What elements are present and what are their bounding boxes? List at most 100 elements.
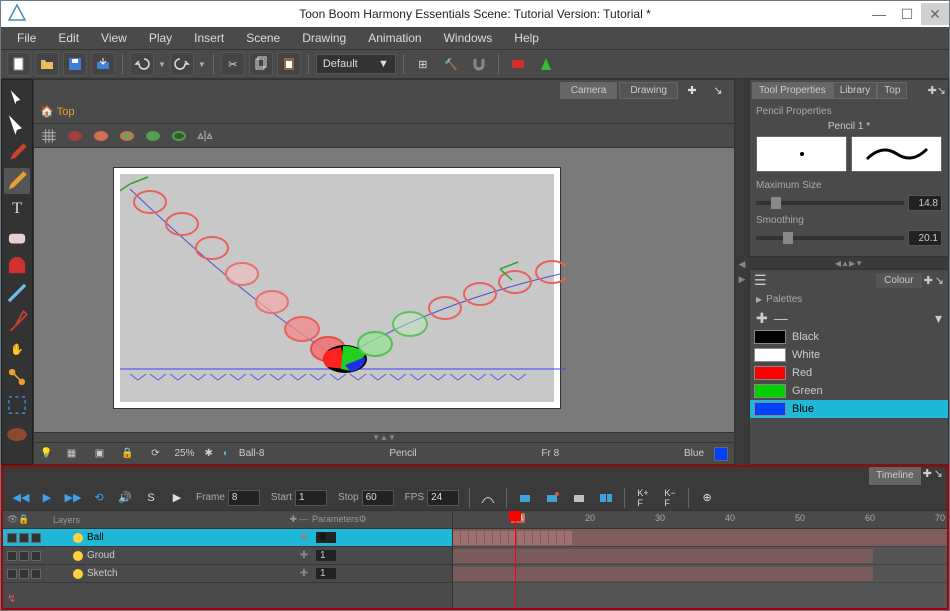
add-tl-tab-icon[interactable]: ✚ <box>923 467 932 485</box>
colour-item[interactable]: Blue <box>750 400 948 418</box>
light-icon[interactable]: 💡 <box>40 448 52 459</box>
ease-icon[interactable] <box>476 486 500 510</box>
lock-icon[interactable]: 🔒 <box>118 445 136 463</box>
colour-menu-icon[interactable]: ☰ <box>754 272 767 289</box>
playhead[interactable] <box>515 511 516 608</box>
zoom-value[interactable]: 25% <box>174 448 194 459</box>
status-b-icon[interactable]: ▣ <box>90 445 108 463</box>
add-colour-icon[interactable]: ✚ <box>756 310 768 327</box>
layer-row[interactable]: Ball ✚ 8 <box>3 529 452 547</box>
add-view-icon[interactable]: ✚ <box>680 78 704 102</box>
link-icon[interactable]: ↯ <box>3 592 452 608</box>
colour-item[interactable]: White <box>750 346 948 364</box>
menu-drawing[interactable]: Drawing <box>292 28 356 48</box>
kf-b-icon[interactable] <box>540 486 564 510</box>
add-colour-tab-icon[interactable]: ✚ <box>924 274 933 287</box>
menu-play[interactable]: Play <box>139 28 182 48</box>
save-icon[interactable] <box>63 52 87 76</box>
onion-prev-icon[interactable] <box>66 127 84 145</box>
redo-icon[interactable] <box>170 52 194 76</box>
close-view-icon[interactable]: ↘ <box>706 78 730 102</box>
del-layer-icon[interactable]: — <box>299 514 308 525</box>
select-tool-icon[interactable] <box>4 112 30 138</box>
onion-b-icon[interactable] <box>118 127 136 145</box>
layer-row[interactable]: Groud ✚ 1 <box>3 547 452 565</box>
workspace-dropdown[interactable]: Default▼ <box>316 54 396 74</box>
status-a-icon[interactable]: ▦ <box>62 445 80 463</box>
tool-a-icon[interactable]: ⊞ <box>411 52 435 76</box>
paint-tool-icon[interactable] <box>4 252 30 278</box>
hammer-icon[interactable]: 🔨 <box>439 52 463 76</box>
text-tool-icon[interactable]: T <box>4 196 30 222</box>
kf-d-icon[interactable] <box>594 486 618 510</box>
bounding-tool-icon[interactable] <box>4 392 30 418</box>
maximize-button[interactable]: ☐ <box>893 3 921 25</box>
goto-start-icon[interactable]: ◀◀ <box>9 486 33 510</box>
add-panel-icon[interactable]: ✚ <box>928 84 937 97</box>
max-size-slider[interactable] <box>756 201 904 205</box>
tab-library[interactable]: Library <box>833 82 878 99</box>
render-preview-icon[interactable] <box>506 52 530 76</box>
frame-input[interactable] <box>228 490 260 506</box>
canvas[interactable] <box>34 148 734 432</box>
copy-icon[interactable] <box>249 52 273 76</box>
tl-zoom-icon[interactable]: ⊕ <box>695 486 719 510</box>
kf-c-icon[interactable] <box>567 486 591 510</box>
kf-del-icon[interactable]: K−F <box>658 486 682 510</box>
dock-panel-icon[interactable]: ↘ <box>937 84 946 97</box>
menu-animation[interactable]: Animation <box>358 28 431 48</box>
undo-icon[interactable] <box>130 52 154 76</box>
line-tool-icon[interactable] <box>4 280 30 306</box>
menu-scene[interactable]: Scene <box>236 28 290 48</box>
cut-icon[interactable]: ✂ <box>221 52 245 76</box>
onion-c-icon[interactable] <box>144 127 162 145</box>
onion-a-icon[interactable] <box>92 127 110 145</box>
panel-splitter[interactable]: ◀▲▶▼ <box>749 257 949 269</box>
max-size-value[interactable]: 14.8 <box>908 195 942 211</box>
pencil-stroke-preview[interactable] <box>851 136 942 172</box>
pencil-tool-icon[interactable] <box>4 168 30 194</box>
home-icon[interactable]: 🏠 <box>40 105 54 118</box>
refresh-icon[interactable]: ⟳ <box>146 445 164 463</box>
colour-tool-icon[interactable] <box>4 420 30 446</box>
colour-item[interactable]: Green <box>750 382 948 400</box>
colour-item[interactable]: Black <box>750 328 948 346</box>
onion-next-icon[interactable] <box>170 127 188 145</box>
paste-icon[interactable] <box>277 52 301 76</box>
kf-add-icon[interactable]: K+F <box>631 486 655 510</box>
smoothing-value[interactable]: 20.1 <box>908 230 942 246</box>
palettes-section[interactable]: Palettes <box>750 290 948 308</box>
render-play-icon[interactable]: ▶ <box>165 486 189 510</box>
current-colour-swatch[interactable] <box>714 447 728 461</box>
smoothing-slider[interactable] <box>756 236 904 240</box>
render-icon[interactable] <box>534 52 558 76</box>
eraser-tool-icon[interactable] <box>4 224 30 250</box>
track-row[interactable] <box>453 565 947 583</box>
pencil-tip-preview[interactable] <box>756 136 847 172</box>
param-opts-icon[interactable]: ⚙ <box>359 514 367 524</box>
rigging-tool-icon[interactable] <box>4 364 30 390</box>
fps-input[interactable] <box>427 490 459 506</box>
kf-a-icon[interactable] <box>513 486 537 510</box>
tab-tool-properties[interactable]: Tool Properties <box>752 82 833 99</box>
loop-icon[interactable]: ⟲ <box>87 486 111 510</box>
play-icon[interactable]: ▶ <box>35 486 59 510</box>
sound-icon[interactable]: 🔊 <box>113 486 137 510</box>
menu-file[interactable]: File <box>7 28 46 48</box>
tab-camera[interactable]: Camera <box>560 82 618 99</box>
menu-insert[interactable]: Insert <box>184 28 234 48</box>
tab-colour[interactable]: Colour <box>876 273 921 288</box>
colour-opts-icon[interactable]: ▾ <box>935 310 942 327</box>
tab-drawing[interactable]: Drawing <box>619 82 678 99</box>
close-button[interactable]: ✕ <box>921 3 949 25</box>
menu-help[interactable]: Help <box>504 28 549 48</box>
new-file-icon[interactable] <box>7 52 31 76</box>
grid-icon[interactable] <box>40 127 58 145</box>
track-row[interactable] <box>453 547 947 565</box>
transform-tool-icon[interactable] <box>4 84 30 110</box>
menu-view[interactable]: View <box>91 28 137 48</box>
vertical-splitter[interactable]: ◀▶ <box>735 79 749 465</box>
brush-tool-icon[interactable] <box>4 140 30 166</box>
remove-colour-icon[interactable]: — <box>774 310 788 326</box>
tab-timeline[interactable]: Timeline <box>869 467 920 485</box>
